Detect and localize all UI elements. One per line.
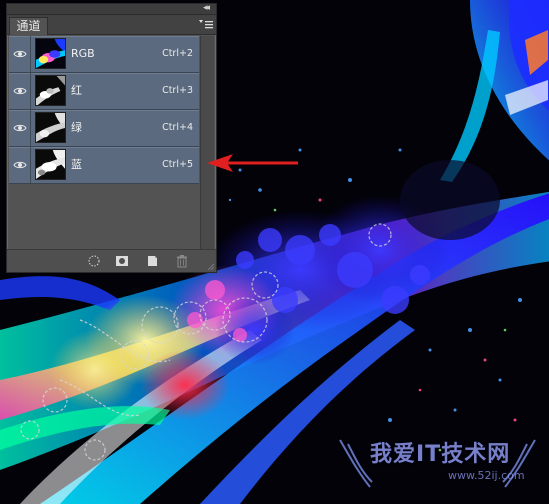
channel-row-red[interactable]: 红 Ctrl+3 — [9, 73, 199, 110]
eye-icon[interactable] — [13, 123, 27, 133]
annotation-arrow-icon — [207, 154, 298, 172]
channel-thumbnail-green — [35, 112, 66, 143]
tab-channels-label: 通道 — [16, 19, 41, 33]
visibility-toggle[interactable] — [9, 73, 31, 109]
channel-name: 红 — [71, 84, 82, 97]
site-watermark: 我爱IT技术网 www.52ij.com — [330, 432, 545, 498]
tab-channels[interactable]: 通道 — [9, 17, 48, 35]
panel-header-bar: ◂◂ — [7, 3, 216, 15]
channel-shortcut: Ctrl+5 — [162, 159, 193, 170]
eye-icon[interactable] — [13, 160, 27, 170]
eye-icon[interactable] — [13, 86, 27, 96]
eye-icon[interactable] — [13, 49, 27, 59]
channel-thumbnail-blue — [35, 149, 66, 180]
channel-shortcut: Ctrl+3 — [162, 85, 193, 96]
collapse-panel-button[interactable]: ◂◂ — [203, 3, 210, 14]
channel-name: 蓝 — [71, 158, 82, 171]
new-channel-icon[interactable] — [145, 254, 159, 268]
visibility-toggle[interactable] — [9, 110, 31, 146]
channel-shortcut: Ctrl+4 — [162, 122, 193, 133]
panel-tab-bar: 通道 — [7, 15, 216, 35]
channel-list-scrollbar[interactable] — [200, 36, 214, 250]
channel-thumbnail-rgb — [35, 38, 66, 69]
channel-shortcut: Ctrl+2 — [162, 48, 193, 59]
panel-footer — [7, 249, 216, 272]
panel-menu-icon[interactable] — [199, 19, 213, 30]
load-selection-icon[interactable] — [87, 254, 101, 268]
channel-row-blue[interactable]: 蓝 Ctrl+5 — [9, 147, 199, 184]
visibility-toggle[interactable] — [9, 147, 31, 183]
channel-list: RGB Ctrl+2 红 Ctrl+3 绿 Ctrl+4 蓝 Ctrl+5 — [9, 36, 199, 250]
visibility-toggle[interactable] — [9, 36, 31, 72]
channel-row-green[interactable]: 绿 Ctrl+4 — [9, 110, 199, 147]
resize-grip-icon[interactable] — [206, 262, 214, 270]
save-selection-icon[interactable] — [115, 254, 129, 268]
channel-name: RGB — [71, 47, 95, 60]
channel-row-rgb[interactable]: RGB Ctrl+2 — [9, 36, 199, 73]
channel-thumbnail-red — [35, 75, 66, 106]
channels-panel: ◂◂ 通道 RGB Ctrl+2 红 Ctrl+3 绿 Ctrl+4 蓝 Ctr… — [6, 3, 217, 273]
channel-name: 绿 — [71, 121, 82, 134]
watermark-url: www.52ij.com — [448, 469, 525, 482]
delete-channel-icon[interactable] — [175, 254, 189, 268]
watermark-brand: 我爱IT技术网 — [370, 442, 511, 467]
